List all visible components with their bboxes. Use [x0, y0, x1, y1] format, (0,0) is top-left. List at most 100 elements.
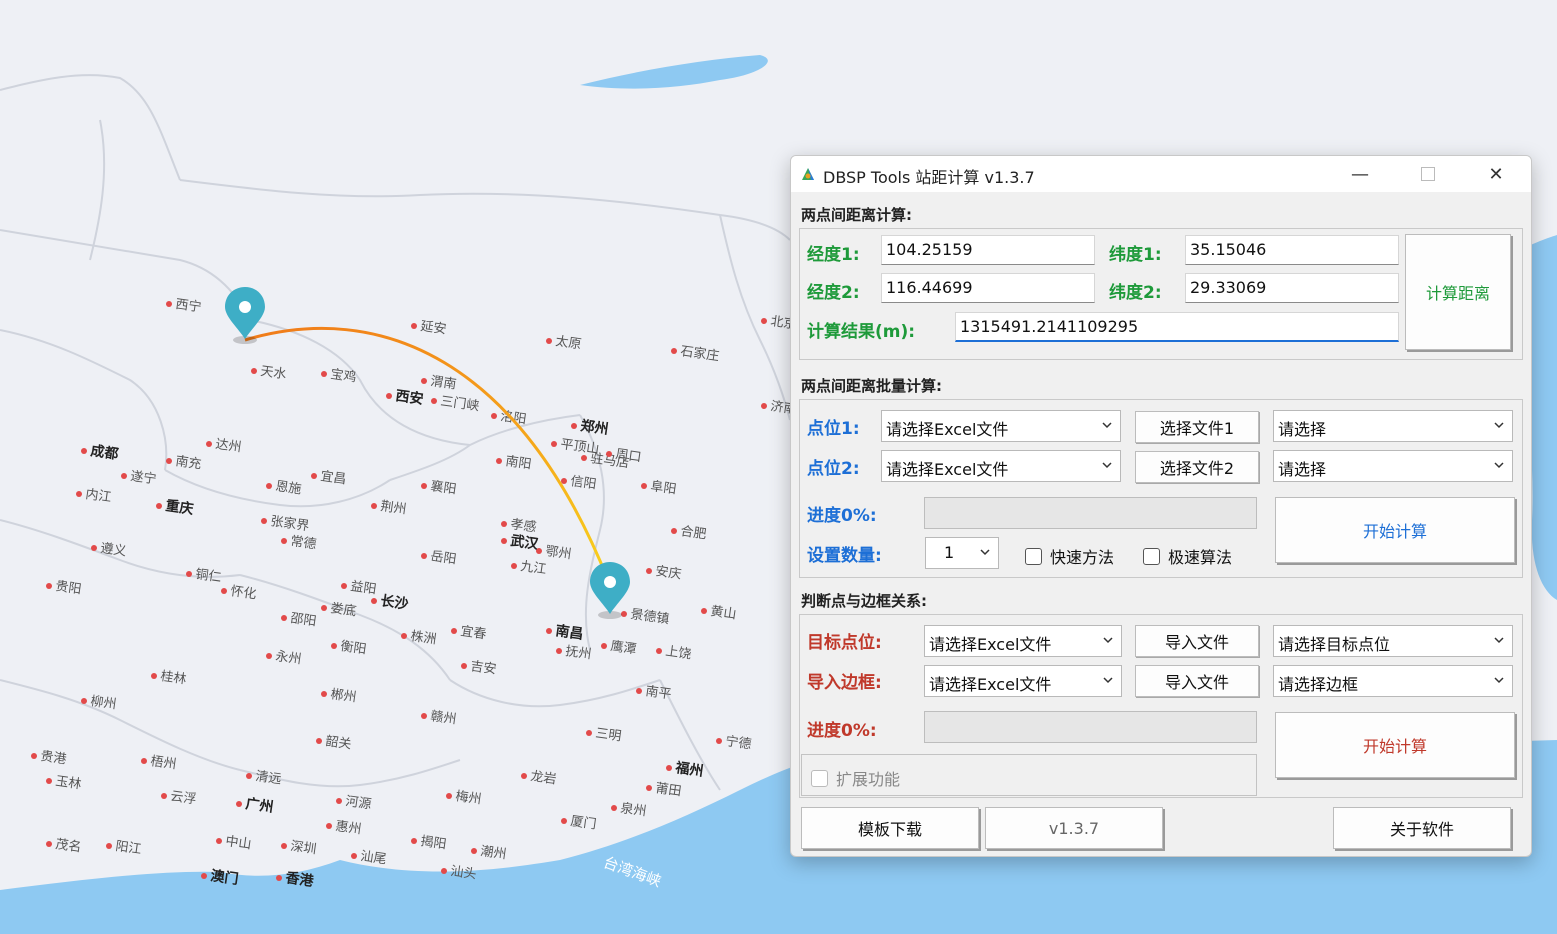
city-dot: [156, 503, 162, 509]
select-file2-button[interactable]: 选择文件2: [1135, 451, 1259, 483]
lon2-input[interactable]: 116.44699: [881, 273, 1095, 303]
city-dot: [546, 628, 552, 634]
city-dot: [666, 765, 672, 771]
import-border-button[interactable]: 导入文件: [1135, 665, 1259, 697]
chevron-down-icon: [1494, 422, 1504, 429]
about-button[interactable]: 关于软件: [1333, 807, 1511, 849]
city-dot: [201, 873, 207, 879]
point2-file-select-value: 请选择Excel文件: [886, 460, 1009, 479]
select-file1-button[interactable]: 选择文件1: [1135, 411, 1259, 443]
city-dot: [621, 611, 627, 617]
point2-label: 点位2:: [807, 459, 860, 479]
fast-method-checkbox[interactable]: 快速方法: [1025, 544, 1114, 568]
version-button[interactable]: v1.3.7: [985, 807, 1163, 849]
city-dot: [571, 423, 577, 429]
city-dot: [546, 338, 552, 344]
city-dot: [321, 371, 327, 377]
chevron-down-icon: [1494, 677, 1504, 684]
point1-label: 点位1:: [807, 419, 860, 439]
city-dot: [281, 843, 287, 849]
import-target-button[interactable]: 导入文件: [1135, 625, 1259, 657]
target-file-select[interactable]: 请选择Excel文件: [924, 625, 1122, 657]
lat1-input[interactable]: 35.15046: [1185, 235, 1399, 265]
city-dot: [336, 798, 342, 804]
lat2-input[interactable]: 29.33069: [1185, 273, 1399, 303]
template-download-button[interactable]: 模板下载: [801, 807, 979, 849]
city-dot: [496, 458, 502, 464]
city-dot: [646, 785, 652, 791]
city-dot: [646, 568, 652, 574]
title-bar[interactable]: DBSP Tools 站距计算 v1.3.7 — ✕: [791, 156, 1531, 192]
checkbox-box: [1143, 547, 1160, 565]
city-dot: [701, 608, 707, 614]
border-column-select-value: 请选择边框: [1278, 675, 1359, 694]
city-dot: [761, 403, 767, 409]
city-dot: [166, 458, 172, 464]
target-column-select[interactable]: 请选择目标点位: [1273, 625, 1513, 657]
batch-start-button[interactable]: 开始计算: [1275, 497, 1515, 563]
extreme-method-checkbox[interactable]: 极速算法: [1143, 544, 1232, 568]
city-dot: [246, 773, 252, 779]
calculate-distance-button[interactable]: 计算距离: [1405, 234, 1511, 350]
border-file-select[interactable]: 请选择Excel文件: [924, 665, 1122, 697]
lat2-label: 纬度2:: [1109, 283, 1162, 303]
checkbox-box: [1025, 547, 1042, 565]
app-logo-icon: [802, 168, 814, 180]
point1-column-select[interactable]: 请选择: [1273, 410, 1513, 442]
city-dot: [186, 571, 192, 577]
city-dot: [431, 398, 437, 404]
city-dot: [471, 848, 477, 854]
city-dot: [321, 691, 327, 697]
result-field[interactable]: 1315491.2141109295: [955, 312, 1399, 342]
city-dot: [121, 473, 127, 479]
fast-method-label: 快速方法: [1050, 548, 1115, 567]
city-dot: [331, 643, 337, 649]
border-progress-bar: [924, 711, 1257, 743]
city-dot: [151, 673, 157, 679]
city-dot: [581, 455, 587, 461]
city-dot: [671, 528, 677, 534]
city-dot: [46, 841, 52, 847]
chevron-down-icon: [980, 549, 990, 556]
city-dot: [386, 393, 392, 399]
city-dot: [611, 805, 617, 811]
city-dot: [166, 301, 172, 307]
extend-checkbox[interactable]: 扩展功能: [811, 766, 900, 790]
point1-file-select[interactable]: 请选择Excel文件: [881, 410, 1121, 442]
city-dot: [601, 643, 607, 649]
count-select[interactable]: 1: [925, 537, 999, 569]
target-column-select-value: 请选择目标点位: [1278, 635, 1391, 654]
count-label: 设置数量:: [807, 546, 882, 566]
border-column-select[interactable]: 请选择边框: [1273, 665, 1513, 697]
city-dot: [421, 713, 427, 719]
city-dot: [251, 368, 257, 374]
border-start-button[interactable]: 开始计算: [1275, 712, 1515, 778]
city-dot: [371, 503, 377, 509]
point2-file-select[interactable]: 请选择Excel文件: [881, 450, 1121, 482]
city-dot: [371, 598, 377, 604]
border-progress-label: 进度0%:: [807, 721, 877, 741]
city-dot: [31, 753, 37, 759]
city-dot: [46, 778, 52, 784]
chevron-down-icon: [1102, 462, 1112, 469]
target-file-select-value: 请选择Excel文件: [929, 635, 1052, 654]
point2-column-select[interactable]: 请选择: [1273, 450, 1513, 482]
city-dot: [221, 588, 227, 594]
chevron-down-icon: [1102, 422, 1112, 429]
city-dot: [536, 548, 542, 554]
city-dot: [321, 605, 327, 611]
city-dot: [76, 491, 82, 497]
maximize-button[interactable]: [1394, 156, 1462, 192]
minimize-button[interactable]: —: [1326, 156, 1394, 192]
city-dot: [281, 538, 287, 544]
city-dot: [511, 563, 517, 569]
lon2-label: 经度2:: [807, 283, 860, 303]
chevron-down-icon: [1103, 637, 1113, 644]
city-dot: [106, 843, 112, 849]
import-border-label: 导入边框:: [807, 673, 882, 693]
city-dot: [141, 758, 147, 764]
extreme-method-label: 极速算法: [1168, 548, 1233, 567]
batch-progress-bar: [924, 497, 1257, 529]
lon1-input[interactable]: 104.25159: [881, 235, 1095, 265]
close-button[interactable]: ✕: [1462, 156, 1530, 192]
